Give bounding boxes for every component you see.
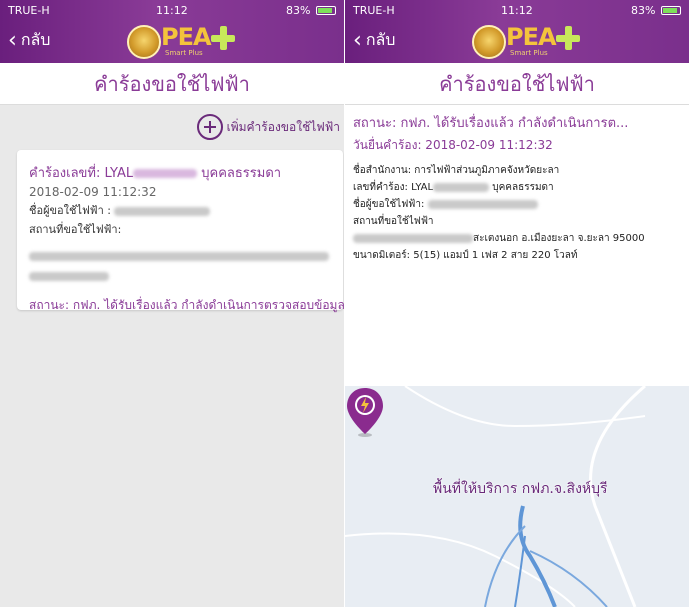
battery-indicator: 83% bbox=[631, 4, 681, 17]
request-list-screen: TRUE-H 11:12 83% ‹ กลับ PEA Smart Plus ค… bbox=[0, 0, 344, 607]
back-label: กลับ bbox=[365, 30, 396, 49]
redacted-requester bbox=[114, 206, 211, 216]
request-type: บุคคลธรรมดา bbox=[201, 166, 282, 181]
pea-emblem-icon bbox=[472, 25, 506, 59]
battery-percent: 83% bbox=[631, 4, 656, 17]
office-name: ชื่อสำนักงาน: การไฟฟ้าส่วนภูมิภาคจังหวัด… bbox=[353, 165, 560, 176]
requester-label: ชื่อผู้ขอใช้ไฟฟ้า: bbox=[353, 199, 425, 210]
status-bar: TRUE-H 11:12 83% bbox=[345, 0, 689, 20]
submit-date: วันยื่นคำร้อง: 2018-02-09 11:12:32 bbox=[353, 138, 553, 152]
redacted-address bbox=[353, 233, 473, 243]
header-bar: TRUE-H 11:12 83% ‹ กลับ PEA Smart Plus bbox=[0, 0, 344, 63]
request-number-line: คำร้องเลขที่: LYAL บุคคลธรรมดา bbox=[29, 162, 331, 183]
request-type: บุคคลธรรมดา bbox=[492, 182, 554, 193]
battery-percent: 83% bbox=[286, 4, 311, 17]
clock: 11:12 bbox=[501, 4, 533, 17]
pea-emblem-icon bbox=[127, 25, 161, 59]
plus-logo-icon bbox=[556, 26, 580, 50]
status-bar: TRUE-H 11:12 83% bbox=[0, 0, 344, 20]
service-area-map[interactable]: พื้นที่ให้บริการ กฟภ.จ.สิงห์บุรี bbox=[345, 386, 689, 607]
redacted-address bbox=[29, 246, 331, 286]
location-label: สถานที่ขอใช้ไฟฟ้า bbox=[353, 216, 434, 227]
redacted-requester bbox=[427, 199, 538, 209]
request-number-label: เลขที่คำร้อง: LYAL bbox=[353, 182, 434, 193]
carrier-label: TRUE-H bbox=[8, 4, 50, 17]
add-request-label: เพิ่มคำร้องขอใช้ไฟฟ้า bbox=[226, 119, 340, 134]
chevron-left-icon: ‹ bbox=[8, 27, 17, 53]
requester-label: ชื่อผู้ขอใช้ไฟฟ้า : bbox=[29, 204, 111, 217]
back-button[interactable]: ‹ กลับ bbox=[353, 28, 395, 53]
request-status: สถานะ: กฟภ. ได้รับเรื่องแล้ว กำลังดำเนิน… bbox=[29, 298, 344, 312]
request-status: สถานะ: กฟภ. ได้รับเรื่องแล้ว กำลังดำเนิน… bbox=[353, 116, 629, 131]
redacted-number bbox=[433, 182, 490, 192]
request-card[interactable]: คำร้องเลขที่: LYAL บุคคลธรรมดา 2018-02-0… bbox=[17, 150, 344, 312]
page-title: คำร้องขอใช้ไฟฟ้า bbox=[94, 72, 250, 96]
clock: 11:12 bbox=[156, 4, 188, 17]
requester-line: ชื่อผู้ขอใช้ไฟฟ้า : bbox=[29, 201, 331, 219]
logo-text: PEA bbox=[506, 23, 557, 51]
request-detail-screen: TRUE-H 11:12 83% ‹ กลับ PEA Smart Plus ค… bbox=[345, 0, 689, 607]
request-datetime: 2018-02-09 11:12:32 bbox=[29, 185, 157, 199]
request-details: ชื่อสำนักงาน: การไฟฟ้าส่วนภูมิภาคจังหวัด… bbox=[353, 162, 687, 264]
requester-line: ชื่อผู้ขอใช้ไฟฟ้า: bbox=[353, 196, 687, 213]
battery-icon bbox=[316, 6, 336, 15]
pea-logo: PEA Smart Plus bbox=[472, 23, 582, 61]
map-area-label: พื้นที่ให้บริการ กฟภ.จ.สิงห์บุรี bbox=[433, 481, 608, 497]
back-button[interactable]: ‹ กลับ bbox=[8, 28, 50, 53]
add-circle-icon bbox=[196, 114, 223, 140]
redacted-number bbox=[133, 169, 198, 178]
request-number-label: คำร้องเลขที่: LYAL bbox=[29, 166, 134, 181]
location-label: สถานที่ขอใช้ไฟฟ้า: bbox=[29, 223, 122, 236]
add-request-button[interactable]: เพิ่มคำร้องขอใช้ไฟฟ้า bbox=[196, 114, 340, 140]
logo-subtext: Smart Plus bbox=[165, 49, 203, 57]
location-pin-icon[interactable] bbox=[345, 386, 385, 438]
header-bar: TRUE-H 11:12 83% ‹ กลับ PEA Smart Plus bbox=[345, 0, 689, 63]
meter-info: ขนาดมิเตอร์: 5(15) แอมป์ 1 เฟส 2 สาย 220… bbox=[353, 250, 578, 261]
chevron-left-icon: ‹ bbox=[353, 27, 362, 53]
logo-subtext: Smart Plus bbox=[510, 49, 548, 57]
address-line: สะเตงนอก อ.เมืองยะลา จ.ยะลา 95000 bbox=[353, 230, 687, 247]
logo-text: PEA bbox=[161, 23, 212, 51]
carrier-label: TRUE-H bbox=[353, 4, 395, 17]
address-suffix: สะเตงนอก อ.เมืองยะลา จ.ยะลา 95000 bbox=[473, 233, 645, 244]
request-number-line: เลขที่คำร้อง: LYAL บุคคลธรรมดา bbox=[353, 179, 687, 196]
pea-logo: PEA Smart Plus bbox=[127, 23, 237, 61]
battery-indicator: 83% bbox=[286, 4, 336, 17]
back-label: กลับ bbox=[20, 30, 51, 49]
page-title: คำร้องขอใช้ไฟฟ้า bbox=[439, 72, 595, 96]
battery-icon bbox=[661, 6, 681, 15]
plus-logo-icon bbox=[211, 26, 235, 50]
